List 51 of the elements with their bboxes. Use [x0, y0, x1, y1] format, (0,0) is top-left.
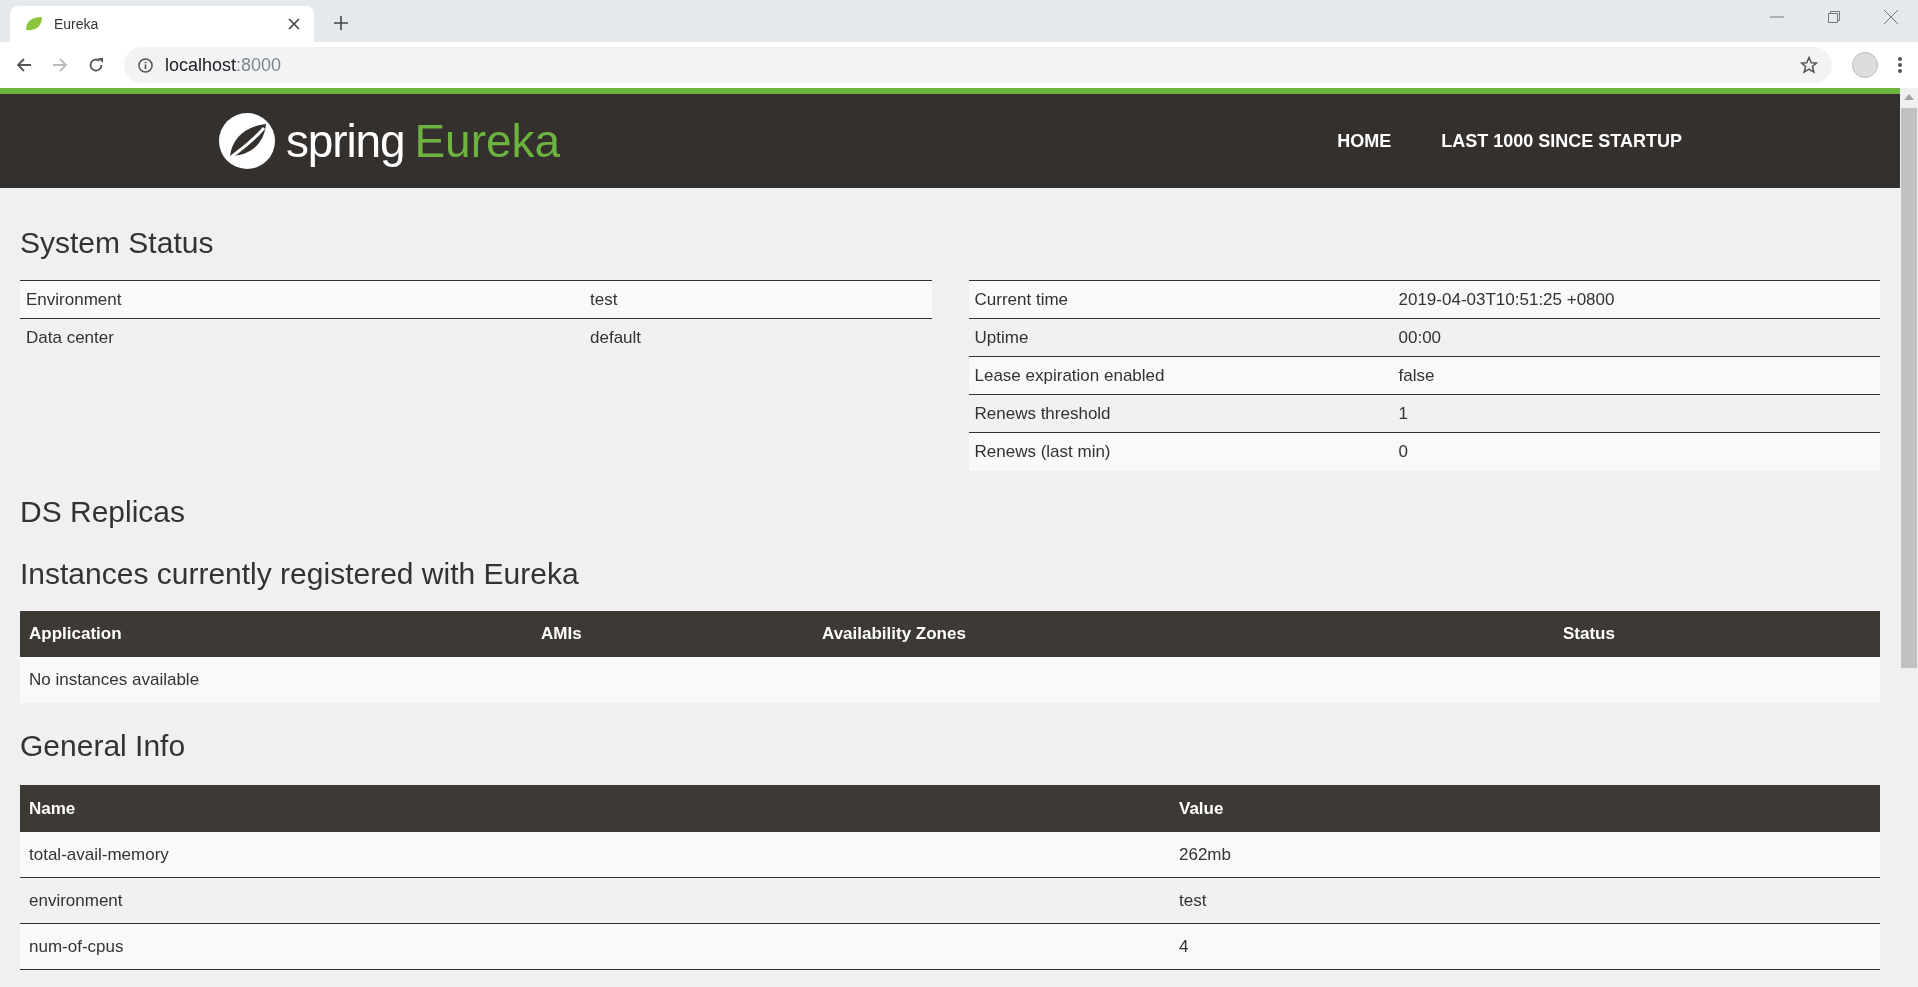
scrollbar-thumb[interactable] [1901, 108, 1917, 668]
forward-icon[interactable] [52, 57, 68, 73]
star-icon[interactable] [1800, 56, 1818, 74]
reload-icon[interactable] [88, 57, 104, 73]
table-cell-text: 00:00 [1398, 326, 1443, 349]
table-cell-text: Data center [25, 327, 115, 350]
table-cell-text: Renews threshold [973, 402, 1112, 425]
table-cell-text: default [590, 327, 643, 350]
table-cell-text: 0 [1398, 441, 1409, 464]
menu-icon[interactable] [1898, 57, 1902, 73]
new-tab-icon[interactable] [334, 16, 348, 30]
spring-logo-icon [218, 112, 276, 170]
table-cell-text: test [590, 288, 619, 311]
restore-icon[interactable] [1828, 11, 1840, 23]
table-cell-text: Uptime [973, 326, 1030, 349]
table-cell-text: 1 [1398, 402, 1409, 425]
brand-product: Eureka [414, 118, 561, 164]
section-heading: General Info [20, 731, 187, 761]
back-icon[interactable] [16, 57, 32, 73]
column-header: Availability Zones [821, 623, 967, 646]
table-cell-text: 4 [1178, 935, 1190, 958]
column-header: Status [1562, 623, 1616, 646]
browser-tab[interactable]: Eureka [10, 6, 314, 42]
table-cell-text: Lease expiration enabled [973, 364, 1166, 387]
address-bar[interactable]: localhost:8000 [124, 47, 1832, 83]
column-header: Value [1178, 797, 1225, 820]
info-icon [138, 57, 153, 73]
column-header: Application [28, 623, 123, 646]
leaf-icon [24, 16, 44, 32]
table-cell-text: 2019-04-03T10:51:25 +0800 [1398, 288, 1616, 311]
table-cell-text: environment [28, 889, 124, 912]
table-cell-text: Environment [25, 288, 123, 311]
table-cell-text: num-of-cpus [28, 935, 125, 958]
table-cell-text: false [1398, 364, 1436, 387]
close-icon[interactable] [288, 18, 300, 30]
scroll-up-icon[interactable] [1904, 94, 1914, 100]
section-heading: Instances currently registered with Eureka [20, 559, 580, 589]
table-cell-text: test [1178, 889, 1208, 912]
url-text: localhost:8000 [165, 53, 283, 77]
table-cell-text: Renews (last min) [973, 441, 1112, 464]
table-cell-text: 262mb [1178, 843, 1232, 866]
section-heading: System Status [20, 228, 215, 258]
nav-link[interactable]: HOME [1337, 127, 1392, 155]
empty-message: No instances available [28, 669, 200, 692]
column-header: AMIs [540, 623, 583, 646]
tab-title: Eureka [54, 14, 100, 34]
nav-link[interactable]: LAST 1000 SINCE STARTUP [1441, 127, 1682, 155]
section-heading: DS Replicas [20, 497, 187, 527]
table-cell-text: Current time [973, 288, 1070, 311]
table-cell-text: total-avail-memory [28, 843, 170, 866]
column-header: Name [28, 797, 77, 820]
